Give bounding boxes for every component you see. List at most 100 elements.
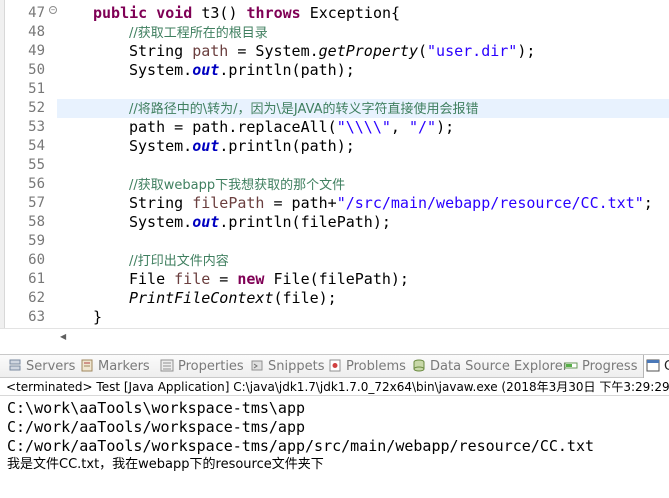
problems-icon: [329, 359, 341, 372]
code-line-58[interactable]: System.out.println(filePath);: [57, 213, 669, 232]
code-text: );: [436, 118, 455, 136]
code-text: (file);: [273, 289, 337, 307]
tab-servers[interactable]: Servers: [8, 355, 75, 378]
progress-icon: [564, 362, 578, 369]
code-text: );: [517, 42, 536, 60]
keyword: new: [237, 270, 265, 288]
code-text: .println(path);: [219, 137, 355, 155]
line-number: 56: [28, 176, 45, 192]
line-number-gutter: 47 − 48 49 50 51 52 53 54 55 56 57 58 59…: [5, 0, 57, 328]
code-line-60[interactable]: //打印出文件内容: [57, 251, 669, 270]
console-output-line: C:\work\aaTools\workspace-tms\app: [7, 399, 306, 417]
line-number: 49: [28, 43, 45, 59]
scrollbar-corner: [0, 328, 57, 345]
horizontal-scrollbar[interactable]: ◀: [57, 328, 669, 345]
code-line-59[interactable]: [57, 232, 669, 251]
string-literal: "user.dir": [427, 42, 518, 60]
console-icon: [646, 359, 660, 372]
console-output-line: C:/work/aaTools/workspace-tms/app/src/ma…: [7, 437, 594, 455]
line-number: 59: [28, 233, 45, 249]
local-variable: file: [174, 270, 211, 288]
tab-progress[interactable]: Progress: [564, 355, 637, 378]
static-method: getProperty: [318, 42, 418, 60]
code-text: path = path.replaceAll(: [129, 118, 337, 136]
static-field: out: [192, 213, 220, 231]
tab-label: Properties: [178, 359, 244, 374]
static-method: PrintFileContext: [129, 289, 274, 307]
tab-properties[interactable]: Properties: [160, 355, 244, 378]
code-line-56[interactable]: //获取webapp下我想获取的那个文件: [57, 175, 669, 194]
code-line-57[interactable]: String filePath = path+"/src/main/webapp…: [57, 194, 669, 213]
tab-snippets[interactable]: Snippets: [250, 355, 324, 378]
code-text: = path+: [264, 194, 337, 212]
console-output[interactable]: C:\work\aaTools\workspace-tms\app C:/wor…: [0, 396, 669, 498]
code-line-61[interactable]: File file = new File(filePath);: [57, 270, 669, 289]
tab-label: Data Source Explorer: [430, 359, 569, 374]
code-editor[interactable]: 47 − 48 49 50 51 52 53 54 55 56 57 58 59…: [0, 0, 669, 328]
tab-label: Servers: [26, 359, 76, 374]
code-text: String: [129, 42, 193, 60]
code-line-62[interactable]: PrintFileContext(file);: [57, 289, 669, 308]
code-line-52[interactable]: //将路径中的\转为/，因为\是JAVA的转义字符直接使用会报错: [57, 99, 669, 118]
code-text: (: [418, 42, 428, 60]
line-number: 55: [28, 157, 45, 173]
code-comment: //获取工程所在的根目录: [129, 26, 268, 41]
tab-console[interactable]: C: [643, 355, 669, 378]
code-line-50[interactable]: System.out.println(path);: [57, 61, 669, 80]
views-tab-bar: Servers Markers Properties Snippets Prob…: [0, 354, 669, 378]
tab-label: Markers: [98, 359, 150, 374]
code-text: ,: [390, 118, 409, 136]
line-number: 54: [28, 138, 45, 154]
code-line-63[interactable]: }: [57, 308, 669, 327]
line-number: 61: [28, 271, 45, 287]
line-number: 52: [28, 100, 45, 116]
line-number: 51: [28, 81, 45, 97]
line-number: 63: [28, 309, 45, 325]
snippets-icon: [251, 360, 263, 371]
code-text: ;: [643, 194, 653, 212]
markers-icon: [81, 359, 93, 372]
view-sash[interactable]: [0, 345, 669, 354]
line-number: 53: [28, 119, 45, 135]
tab-problems[interactable]: Problems: [328, 355, 406, 378]
line-number: 60: [28, 252, 45, 268]
method-signature: t3(): [192, 4, 247, 22]
keyword: throws: [246, 4, 301, 22]
tab-label: Problems: [346, 359, 406, 374]
code-comment: //打印出文件内容: [129, 254, 229, 269]
servers-icon: [9, 359, 21, 371]
local-variable: path: [192, 42, 229, 60]
console-process-label: <terminated> Test [Java Application] C:\…: [0, 378, 669, 396]
code-text: .println(path);: [219, 61, 355, 79]
code-comment: //将路径中的\转为/，因为\是JAVA的转义字符直接使用会报错: [129, 102, 479, 117]
properties-icon: [160, 359, 174, 372]
line-number: 62: [28, 290, 45, 306]
tab-markers[interactable]: Markers: [80, 355, 150, 378]
code-line-55[interactable]: [57, 156, 669, 175]
code-line-47[interactable]: public void t3() throws Exception{: [57, 4, 669, 23]
scroll-left-arrow-icon[interactable]: ◀: [60, 332, 70, 342]
string-literal: "/": [408, 118, 437, 136]
line-number: 47: [28, 5, 45, 21]
code-text: File(filePath);: [264, 270, 409, 288]
code-text: String: [129, 194, 193, 212]
code-text: Exception{: [300, 4, 401, 22]
code-line-49[interactable]: String path = System.getProperty("user.d…: [57, 42, 669, 61]
code-line-51[interactable]: [57, 80, 669, 99]
code-line-48[interactable]: //获取工程所在的根目录: [57, 23, 669, 42]
tab-label: C: [664, 359, 669, 374]
keyword: public: [93, 4, 148, 22]
code-line-53[interactable]: path = path.replaceAll("\\\\", "/");: [57, 118, 669, 137]
line-number: 58: [28, 214, 45, 230]
line-number: 48: [28, 24, 45, 40]
line-number: 50: [28, 62, 45, 78]
console-output-line: C:/work/aaTools/workspace-tms/app: [7, 418, 306, 436]
tab-label: Snippets: [268, 359, 325, 374]
code-line-54[interactable]: System.out.println(path);: [57, 137, 669, 156]
code-text: = System.: [228, 42, 319, 60]
code-text: =: [210, 270, 238, 288]
line-number: 57: [28, 195, 45, 211]
static-field: out: [192, 61, 220, 79]
fold-toggle-icon[interactable]: −: [49, 6, 57, 14]
tab-data-source-explorer[interactable]: Data Source Explorer: [412, 355, 568, 378]
